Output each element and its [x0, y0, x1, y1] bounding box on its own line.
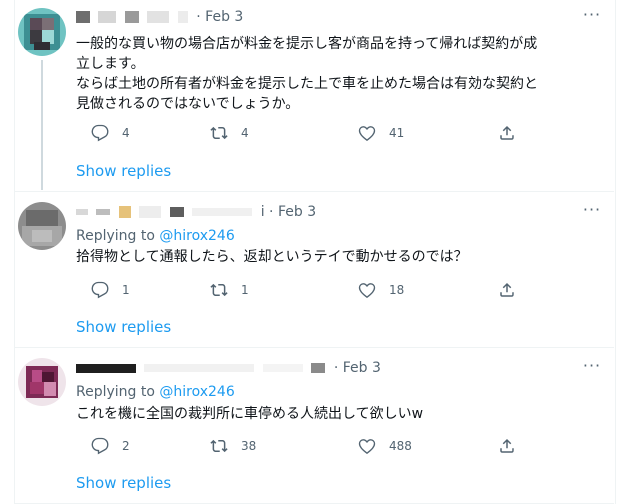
avatar[interactable]: [18, 8, 66, 56]
more-dots-icon[interactable]: ···: [582, 358, 602, 381]
retweet-button[interactable]: 38: [210, 436, 256, 456]
share-icon: [500, 282, 514, 297]
replying-to: Replying to @hirox246: [76, 228, 235, 244]
replying-label: Replying to: [76, 228, 155, 244]
like-count: 41: [389, 126, 405, 140]
share-button[interactable]: [498, 280, 529, 300]
redacted-name: [147, 11, 170, 23]
reply-icon: [91, 437, 109, 455]
mention-link[interactable]: @hirox246: [159, 228, 234, 244]
redacted-name: [124, 11, 139, 23]
redacted-name: [76, 209, 88, 215]
heart-icon: [358, 126, 376, 142]
like-button[interactable]: 18: [358, 280, 404, 300]
thread-line: [41, 60, 43, 190]
redacted-name: [262, 364, 303, 372]
reply-icon: [91, 281, 109, 299]
tweet-actions: 1 1 18: [76, 280, 516, 300]
tweet-text: 一般的な買い物の場合店が料金を提示し客が商品を持って帰れば契約が成 立します。 …: [76, 34, 596, 114]
redacted-name: [96, 209, 111, 215]
mention-link[interactable]: @hirox246: [159, 384, 234, 400]
tweet-text: 拾得物として通報したら、返却というテイで動かせるのでは？: [76, 247, 596, 267]
retweet-icon: [210, 283, 228, 297]
like-button[interactable]: 488: [358, 436, 412, 456]
retweet-icon: [210, 439, 228, 453]
tweet-actions: 4 4 41: [76, 123, 516, 143]
reply-button[interactable]: 2: [91, 436, 130, 456]
tweet-text-line: 一般的な買い物の場合店が料金を提示し客が商品を持って帰れば契約が成: [76, 36, 538, 52]
redacted-name: [118, 206, 131, 218]
tweet-time[interactable]: i · Feb 3: [261, 204, 316, 220]
show-replies-link[interactable]: Show replies: [76, 162, 171, 180]
more-dots-icon[interactable]: ···: [582, 202, 602, 225]
more-dots-icon[interactable]: ···: [582, 7, 602, 30]
retweet-count: 1: [241, 283, 249, 297]
redacted-handle: [311, 363, 326, 373]
share-icon: [500, 125, 514, 140]
tweet-text-line: 拾得物として通報したら、返却というテイで動かせるのでは？: [76, 249, 468, 265]
tweet-header: · Feb 3: [76, 9, 243, 29]
tweet-text-line: 立します。: [76, 56, 145, 72]
reply-button[interactable]: 4: [91, 123, 130, 143]
divider: [14, 191, 614, 192]
tweet-header: · Feb 3: [76, 360, 381, 380]
replying-to: Replying to @hirox246: [76, 384, 235, 400]
avatar[interactable]: [18, 358, 66, 406]
redacted-name: [98, 11, 117, 23]
redacted-name: [76, 363, 136, 373]
reply-count: 4: [122, 126, 130, 140]
redacted-name: [192, 208, 253, 216]
reply-button[interactable]: 1: [91, 280, 130, 300]
retweet-icon: [210, 126, 228, 140]
heart-icon: [358, 283, 376, 299]
divider: [14, 347, 614, 348]
redacted-name: [139, 206, 162, 218]
reply-icon: [91, 124, 109, 142]
tweet-text: これを機に全国の裁判所に車停める人続出して欲しいw: [76, 404, 596, 424]
like-count: 488: [389, 439, 412, 453]
show-replies-link[interactable]: Show replies: [76, 318, 171, 336]
retweet-button[interactable]: 4: [210, 123, 249, 143]
redacted-name: [76, 11, 90, 23]
redacted-handle: [177, 11, 188, 23]
like-count: 18: [389, 283, 405, 297]
like-button[interactable]: 41: [358, 123, 404, 143]
redacted-name: [144, 364, 255, 372]
replying-label: Replying to: [76, 384, 155, 400]
retweet-button[interactable]: 1: [210, 280, 249, 300]
share-button[interactable]: [498, 123, 529, 143]
tweet-header: i · Feb 3: [76, 204, 316, 224]
retweet-count: 38: [241, 439, 257, 453]
heart-icon: [358, 439, 376, 455]
reply-count: 2: [122, 439, 130, 453]
tweet-time[interactable]: · Feb 3: [334, 360, 381, 376]
tweet-actions: 2 38 488: [76, 436, 516, 456]
tweet-text-line: これを機に全国の裁判所に車停める人続出して欲しいw: [76, 406, 424, 422]
tweet-text-line: 見做されるのではないでしょうか。: [76, 96, 300, 112]
retweet-count: 4: [241, 126, 249, 140]
share-icon: [500, 438, 514, 453]
tweet-time[interactable]: · Feb 3: [196, 9, 243, 25]
reply-count: 1: [122, 283, 130, 297]
avatar[interactable]: [18, 202, 66, 250]
show-replies-link[interactable]: Show replies: [76, 474, 171, 492]
redacted-name: [169, 207, 184, 217]
share-button[interactable]: [498, 436, 529, 456]
tweet-text-line: ならば土地の所有者が料金を提示した上で車を止めた場合は有効な契約と: [76, 76, 538, 92]
